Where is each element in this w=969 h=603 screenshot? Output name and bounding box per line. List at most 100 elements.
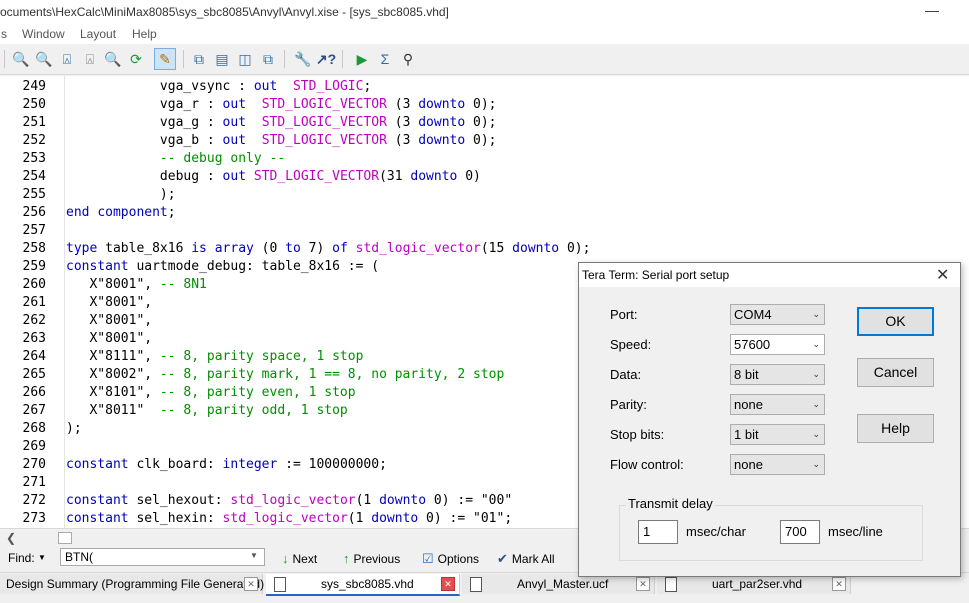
- menu-item-window[interactable]: Window: [22, 27, 65, 41]
- code-line[interactable]: 250 vga_r : out STD_LOGIC_VECTOR (3 down…: [0, 96, 969, 114]
- float-icon[interactable]: ⧉: [259, 50, 277, 68]
- close-icon[interactable]: ✕: [636, 577, 650, 591]
- code-line[interactable]: 254 debug : out STD_LOGIC_VECTOR(31 down…: [0, 168, 969, 186]
- code-token-ty: STD_LOGIC_VECTOR: [261, 133, 387, 148]
- line-number: 257: [22, 223, 46, 238]
- parity-select[interactable]: none ⌄: [730, 394, 825, 415]
- code-token: X"8001",: [66, 331, 153, 346]
- toolbar-separator: [4, 50, 5, 68]
- code-text: end component;: [66, 204, 176, 222]
- document-icon: [470, 577, 482, 592]
- speed-value: 57600: [734, 337, 771, 352]
- msec-line-input[interactable]: 700: [780, 520, 820, 544]
- zoom-full-icon[interactable]: ⍓: [81, 50, 99, 68]
- data-value: 8 bit: [734, 367, 759, 382]
- tab-anvyl-master[interactable]: Anvyl_Master.ucf ✕: [462, 574, 655, 594]
- close-icon[interactable]: ✕: [936, 265, 949, 285]
- flow-control-select[interactable]: none ⌄: [730, 454, 825, 475]
- code-token-kw: downto: [418, 115, 466, 130]
- tree-icon[interactable]: ✎: [154, 48, 176, 70]
- port-select[interactable]: COM4 ⌄: [730, 304, 825, 325]
- tile-horizontal-icon[interactable]: ▤: [213, 50, 231, 68]
- help-context-icon[interactable]: ↗?: [316, 50, 336, 68]
- zoom-fit-icon[interactable]: ⍓: [58, 50, 76, 68]
- mark-all-button[interactable]: ✔ Mark All: [497, 551, 555, 567]
- menu-item-layout[interactable]: Layout: [80, 27, 116, 41]
- help-button[interactable]: Help: [857, 414, 934, 443]
- dialog-title-bar: Tera Term: Serial port setup ✕: [579, 263, 960, 287]
- menu-item-partial[interactable]: s: [1, 27, 7, 41]
- code-token-kw: type: [66, 241, 98, 256]
- view-icon[interactable]: ⚲: [399, 50, 417, 68]
- code-text: X"8011" -- 8, parity odd, 1 stop: [66, 402, 347, 420]
- close-icon[interactable]: ✕: [244, 577, 258, 591]
- speed-combo[interactable]: 57600 ⌄: [730, 334, 825, 355]
- next-button[interactable]: ↓ Next: [282, 551, 317, 566]
- code-token-cm: -- 8N1: [159, 277, 207, 292]
- code-token: X"8011": [66, 403, 160, 418]
- ok-button[interactable]: OK: [857, 307, 934, 336]
- code-line[interactable]: 257: [0, 222, 969, 240]
- run-icon[interactable]: ▶: [353, 50, 371, 68]
- cancel-button[interactable]: Cancel: [857, 358, 934, 387]
- minimize-button[interactable]: —: [925, 2, 939, 18]
- properties-icon[interactable]: 🔧: [294, 50, 312, 68]
- scroll-left-icon[interactable]: ❮: [6, 531, 16, 545]
- msec-char-input[interactable]: 1: [638, 520, 678, 544]
- close-icon[interactable]: ✕: [832, 577, 846, 591]
- zoom-out-icon[interactable]: 🔍: [35, 50, 53, 68]
- code-line[interactable]: 258 type table_8x16 is array (0 to 7) of …: [0, 240, 969, 258]
- line-number: 263: [22, 331, 46, 346]
- options-button[interactable]: ☑ Options: [422, 551, 479, 567]
- code-line[interactable]: 249 vga_vsync : out STD_LOGIC;: [0, 78, 969, 96]
- toolbar-separator: [342, 50, 343, 68]
- code-text: constant sel_hexout: std_logic_vector(1 …: [66, 492, 512, 510]
- tab-uart-par2ser[interactable]: uart_par2ser.vhd ✕: [657, 574, 851, 594]
- find-history-dropdown-icon[interactable]: ▼: [250, 551, 258, 560]
- zoom-area-icon[interactable]: 🔍: [104, 50, 122, 68]
- stop-bits-select[interactable]: 1 bit ⌄: [730, 424, 825, 445]
- find-input[interactable]: [60, 548, 265, 566]
- code-token-kw: array: [214, 241, 254, 256]
- tab-sys-sbc8085[interactable]: sys_sbc8085.vhd ✕: [266, 574, 460, 596]
- chevron-down-icon[interactable]: ▼: [38, 553, 46, 562]
- code-token-ty: STD_LOGIC_VECTOR: [261, 97, 387, 112]
- code-line[interactable]: 252 vga_b : out STD_LOGIC_VECTOR (3 down…: [0, 132, 969, 150]
- tile-vertical-icon[interactable]: ◫: [236, 50, 254, 68]
- document-icon: [274, 577, 286, 592]
- transmit-delay-label: Transmit delay: [626, 496, 715, 511]
- code-token-kw: constant: [66, 259, 129, 274]
- line-number: 264: [22, 349, 46, 364]
- next-label: Next: [292, 551, 318, 566]
- menu-item-help[interactable]: Help: [132, 27, 157, 41]
- refresh-icon[interactable]: ⟳: [127, 50, 145, 68]
- tab-label: uart_par2ser.vhd: [712, 577, 803, 591]
- code-line[interactable]: 256 end component;: [0, 204, 969, 222]
- chevron-down-icon: ⌄: [812, 459, 820, 469]
- line-number: 262: [22, 313, 46, 328]
- line-number: 269: [22, 439, 46, 454]
- cascade-icon[interactable]: ⧉: [190, 50, 208, 68]
- previous-button[interactable]: ↑ Previous: [343, 551, 400, 566]
- line-number: 260: [22, 277, 46, 292]
- zoom-in-icon[interactable]: 🔍: [12, 50, 30, 68]
- data-label: Data:: [610, 367, 642, 382]
- close-icon[interactable]: ✕: [441, 577, 455, 591]
- sum-icon[interactable]: Σ: [376, 50, 394, 68]
- line-number: 273: [22, 511, 46, 526]
- tab-design-summary[interactable]: Design Summary (Programming File Generat…: [0, 574, 264, 594]
- msec-line-value: 700: [785, 524, 807, 539]
- code-token-ty: STD_LOGIC_VECTOR: [253, 169, 380, 184]
- data-select[interactable]: 8 bit ⌄: [730, 364, 825, 385]
- code-text: X"8001",: [66, 330, 152, 348]
- code-line[interactable]: 251 vga_g : out STD_LOGIC_VECTOR (3 down…: [0, 114, 969, 132]
- scrollbar-thumb[interactable]: [58, 532, 72, 544]
- code-token-kw: downto: [418, 133, 466, 148]
- code-token: := 100000000;: [277, 457, 387, 472]
- line-number: 255: [22, 187, 46, 202]
- code-line[interactable]: 253 -- debug only --: [0, 150, 969, 168]
- code-text: );: [66, 420, 82, 438]
- code-line[interactable]: 255 );: [0, 186, 969, 204]
